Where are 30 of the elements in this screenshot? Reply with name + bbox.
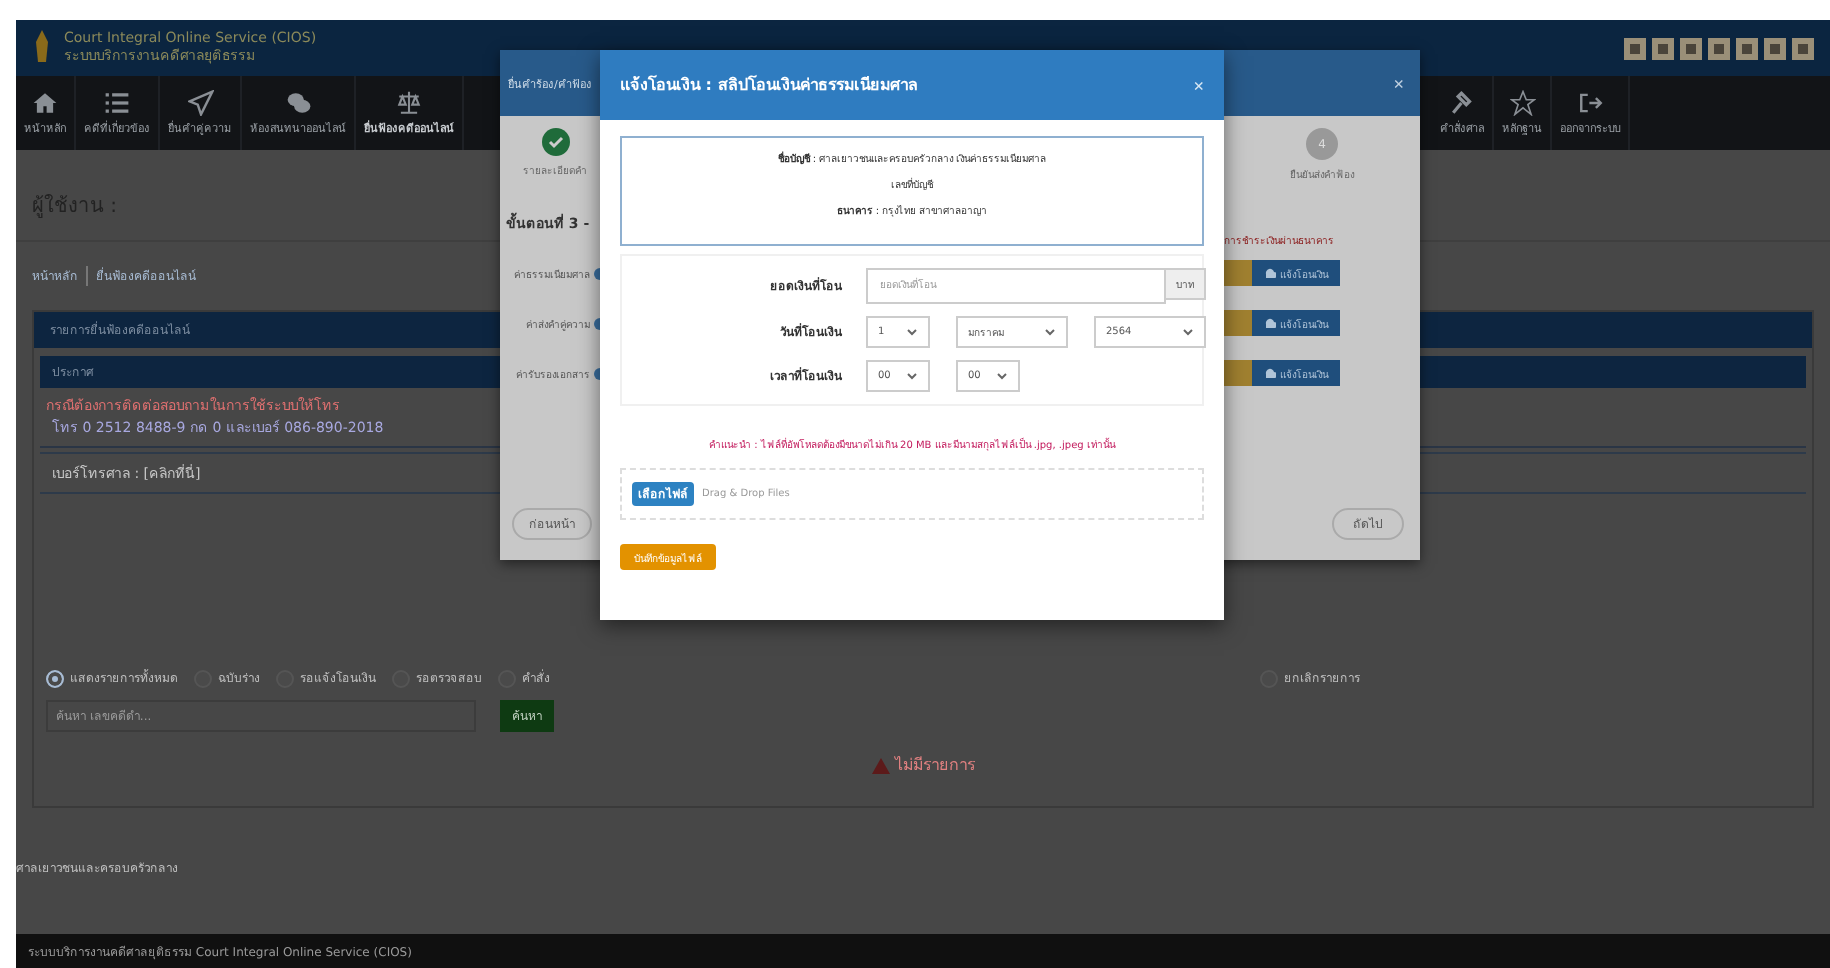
emblem-icon <box>32 30 52 66</box>
check-circle-icon <box>541 128 569 156</box>
toolbar-icon[interactable] <box>1792 37 1814 59</box>
logout-icon <box>1577 90 1603 116</box>
cloud-upload-icon <box>1264 368 1276 378</box>
gavel-icon <box>1449 90 1475 116</box>
chevron-icon <box>1182 328 1194 336</box>
empty-message: ไม่มีรายการ <box>895 754 975 778</box>
toolbar-icon[interactable] <box>1652 37 1674 59</box>
home-icon <box>32 90 58 116</box>
toolbar-icon[interactable] <box>1708 37 1730 59</box>
close-button[interactable]: × <box>1193 75 1204 95</box>
paper-plane-icon <box>187 90 213 116</box>
chevron-icon <box>906 372 918 380</box>
dialog-title: แจ้งโอนเงิน : สลิปโอนเงินค่าธรรมเนียมศาล <box>620 73 918 98</box>
list-icon <box>104 90 130 116</box>
warning-icon <box>871 757 889 773</box>
toolbar-icon[interactable] <box>1680 37 1702 59</box>
toolbar-icon[interactable] <box>1764 37 1786 59</box>
star-icon <box>1509 90 1535 116</box>
close-button[interactable]: × <box>1393 73 1404 93</box>
chevron-icon <box>996 372 1008 380</box>
chat-icon <box>285 90 311 116</box>
toolbar-icon[interactable] <box>1624 37 1646 59</box>
scale-icon <box>396 90 422 116</box>
cloud-upload-icon <box>1264 268 1276 278</box>
toolbar-icon[interactable] <box>1736 37 1758 59</box>
chevron-icon <box>1044 328 1056 336</box>
chevron-icon <box>906 328 918 336</box>
cloud-upload-icon <box>1264 318 1276 328</box>
